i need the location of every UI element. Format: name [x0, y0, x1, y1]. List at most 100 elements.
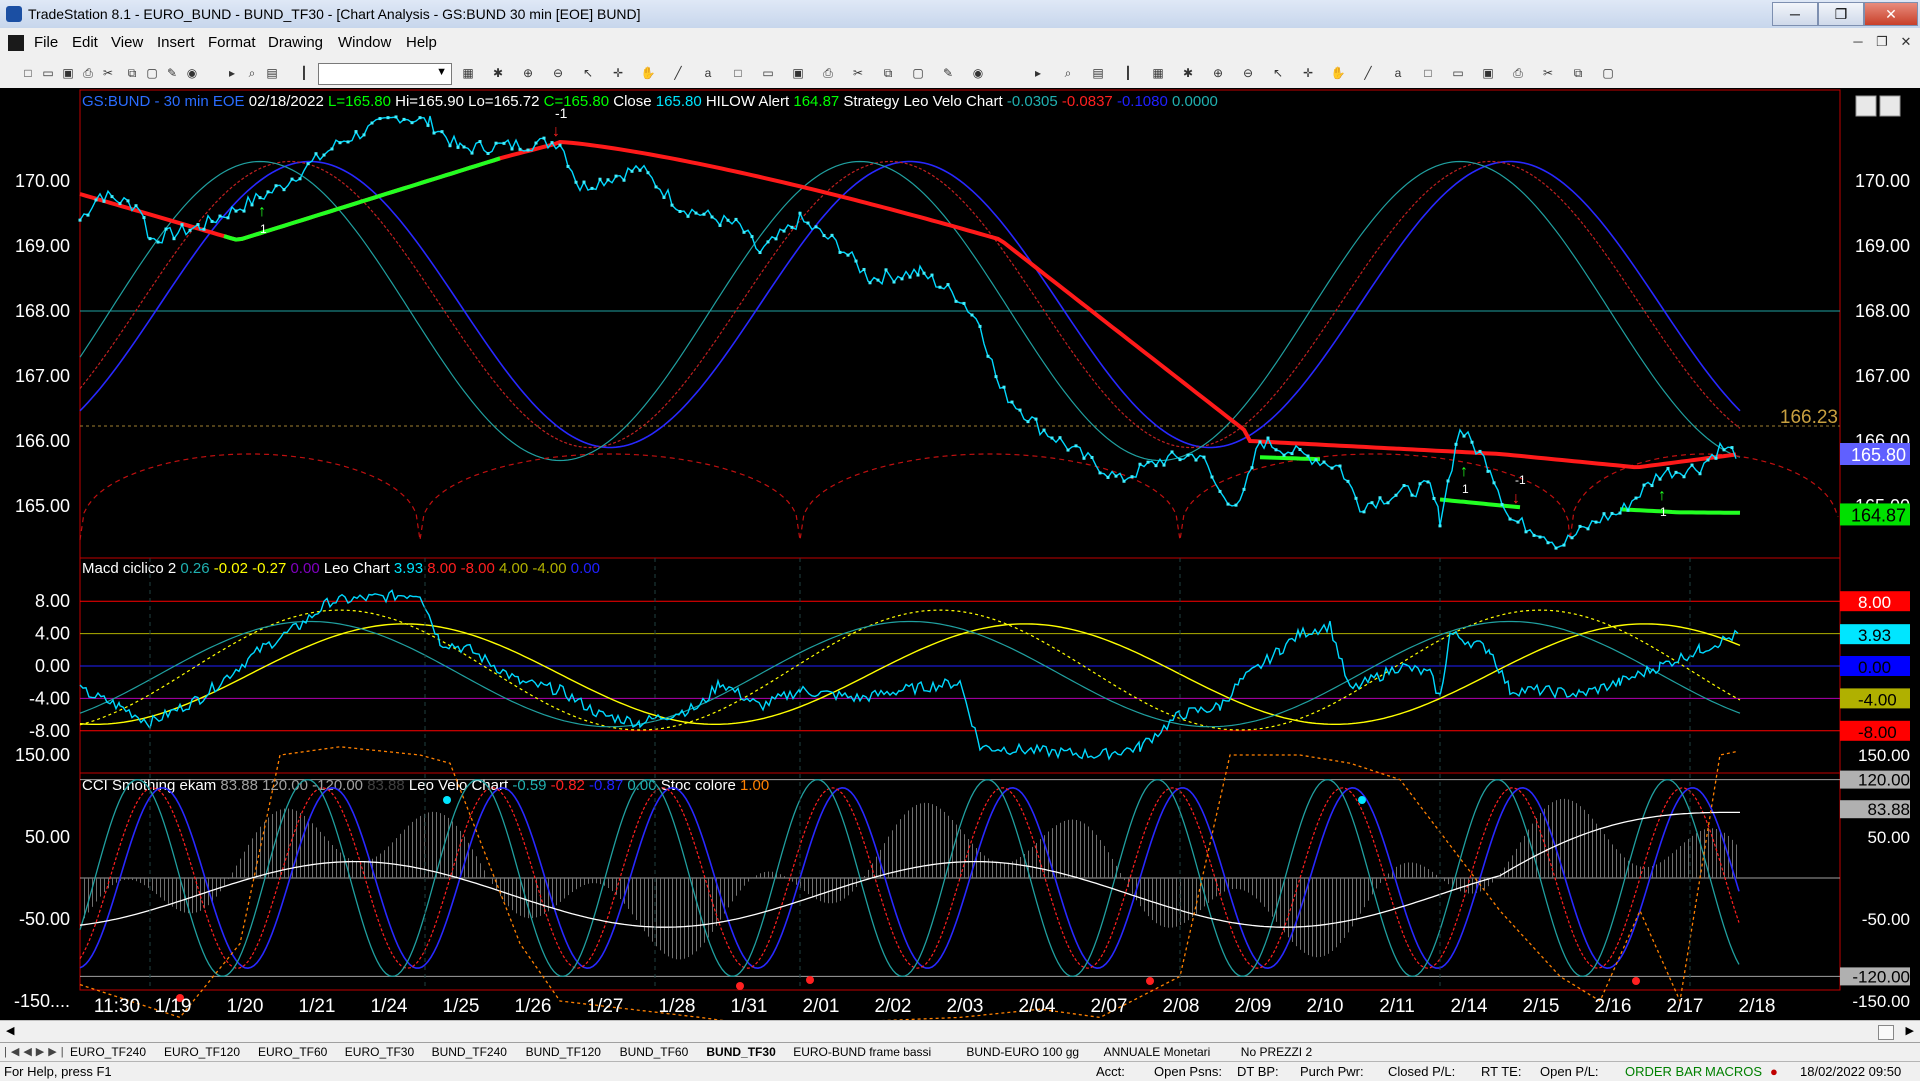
chart-icon[interactable]: ▤: [1090, 65, 1106, 81]
cci-histogram-bar: [520, 878, 521, 916]
crosshair-icon[interactable]: ✛: [1300, 65, 1316, 81]
arrow-icon[interactable]: ▸: [224, 65, 240, 81]
menu-insert[interactable]: Insert: [157, 34, 195, 51]
price-panel-header-item: EOE: [209, 93, 245, 110]
draw-icon[interactable]: ✎: [940, 65, 956, 81]
menu-format[interactable]: Format: [208, 34, 256, 51]
new-icon[interactable]: □: [20, 65, 36, 81]
save-icon[interactable]: ▣: [1480, 65, 1496, 81]
cci-histogram-bar: [840, 878, 841, 901]
settings-icon[interactable]: ✱: [1180, 65, 1196, 81]
minimize-button[interactable]: ─: [1772, 2, 1818, 26]
menu-window[interactable]: Window: [338, 34, 391, 51]
cci-right-label: 50.00: [1867, 828, 1910, 847]
sheet-tab[interactable]: BUND_TF240: [432, 1045, 507, 1059]
menu-help[interactable]: Help: [406, 34, 437, 51]
text-icon[interactable]: a: [700, 65, 716, 81]
cci-axis-label: -50.00: [19, 909, 70, 929]
text-icon[interactable]: a: [1390, 65, 1406, 81]
sheet-tab[interactable]: EURO_TF120: [164, 1045, 240, 1059]
cut-icon[interactable]: ✂: [850, 65, 866, 81]
close-button[interactable]: ✕: [1864, 2, 1918, 26]
bar-icon[interactable]: ┃: [296, 65, 312, 81]
table-icon[interactable]: ▦: [1150, 65, 1166, 81]
panel-restore-button[interactable]: [1880, 96, 1900, 116]
restore-button[interactable]: ❐: [1818, 2, 1864, 26]
arrow-icon[interactable]: ▸: [1030, 65, 1046, 81]
menu-edit[interactable]: Edit: [72, 34, 98, 51]
copy-icon[interactable]: ⧉: [1570, 65, 1586, 81]
chart-icon[interactable]: ▤: [264, 65, 280, 81]
sheet-tab[interactable]: No PREZZI 2: [1241, 1045, 1312, 1059]
sheet-tab[interactable]: EURO_TF240: [70, 1045, 146, 1059]
lock-icon[interactable]: ▢: [1600, 65, 1616, 81]
zoom-in-icon[interactable]: ⊕: [1210, 65, 1226, 81]
find-icon[interactable]: ⌕: [244, 65, 260, 81]
sheet-tab[interactable]: BUND_TF60: [620, 1045, 689, 1059]
table-icon[interactable]: ▦: [460, 65, 476, 81]
save-icon[interactable]: ▣: [790, 65, 806, 81]
bar-icon[interactable]: ┃: [1120, 65, 1136, 81]
symbol-combo[interactable]: ▼: [318, 63, 452, 85]
menu-drawing[interactable]: Drawing: [268, 34, 323, 51]
menu-file[interactable]: File: [34, 34, 58, 51]
macros-button[interactable]: MACROS: [1705, 1064, 1762, 1079]
sheet-tab[interactable]: EURO_TF30: [345, 1045, 414, 1059]
doc-restore-button[interactable]: ❐: [1872, 34, 1892, 52]
chart-window-icon[interactable]: [8, 35, 24, 51]
print-icon[interactable]: ⎙: [820, 65, 836, 81]
macd-axis-label: 8.00: [35, 591, 70, 611]
order-bar-button[interactable]: ORDER BAR: [1625, 1064, 1702, 1079]
trendline-icon[interactable]: ╱: [1360, 65, 1376, 81]
chart-area[interactable]: GS:BUND - 30 min EOE 02/18/2022 L=165.80…: [0, 88, 1920, 1020]
sheet-tab[interactable]: BUND_TF120: [526, 1045, 601, 1059]
sheet-tab[interactable]: EURO-BUND frame bassi: [793, 1045, 931, 1059]
cci-histogram-bar: [1160, 878, 1161, 926]
settings-icon[interactable]: ✱: [490, 65, 506, 81]
trendline-icon[interactable]: ╱: [670, 65, 686, 81]
sheet-tab[interactable]: BUND_TF30: [706, 1045, 775, 1059]
cut-icon[interactable]: ✂: [1540, 65, 1556, 81]
new-icon[interactable]: □: [730, 65, 746, 81]
sheet-tab[interactable]: EURO_TF60: [258, 1045, 327, 1059]
print-icon[interactable]: ⎙: [80, 65, 96, 81]
color-icon[interactable]: ◉: [184, 65, 200, 81]
lock-icon[interactable]: ▢: [144, 65, 160, 81]
lock-icon[interactable]: ▢: [910, 65, 926, 81]
copy-icon[interactable]: ⧉: [880, 65, 896, 81]
open-icon[interactable]: ▭: [760, 65, 776, 81]
horizontal-scrollbar[interactable]: ◀ ▶: [0, 1020, 1920, 1043]
crosshair-icon[interactable]: ✛: [610, 65, 626, 81]
zoom-out-icon[interactable]: ⊖: [550, 65, 566, 81]
find-icon[interactable]: ⌕: [1060, 65, 1076, 81]
pointer-icon[interactable]: ↖: [580, 65, 596, 81]
menu-view[interactable]: View: [111, 34, 143, 51]
tab-nav-arrows[interactable]: |◀◀▶▶|: [4, 1045, 68, 1058]
sheet-tab[interactable]: ANNUALE Monetari: [1104, 1045, 1211, 1059]
print-icon[interactable]: ⎙: [1510, 65, 1526, 81]
scroll-right-icon[interactable]: ▶: [1906, 1024, 1914, 1037]
price-line: [80, 116, 1736, 548]
panel-minimize-button[interactable]: [1856, 96, 1876, 116]
down-arrow-icon: ↓: [1512, 490, 1520, 507]
doc-close-button[interactable]: ✕: [1896, 34, 1916, 52]
zoom-in-icon[interactable]: ⊕: [520, 65, 536, 81]
save-icon[interactable]: ▣: [60, 65, 76, 81]
color-icon[interactable]: ◉: [970, 65, 986, 81]
new-icon[interactable]: □: [1420, 65, 1436, 81]
chart-canvas[interactable]: GS:BUND - 30 min EOE 02/18/2022 L=165.80…: [0, 88, 1920, 1020]
cut-icon[interactable]: ✂: [100, 65, 116, 81]
draw-icon[interactable]: ✎: [164, 65, 180, 81]
sheet-tab[interactable]: BUND-EURO 100 gg: [966, 1045, 1079, 1059]
copy-icon[interactable]: ⧉: [124, 65, 140, 81]
hand-icon[interactable]: ✋: [640, 65, 656, 81]
zoom-out-icon[interactable]: ⊖: [1240, 65, 1256, 81]
scroll-left-icon[interactable]: ◀: [6, 1024, 14, 1037]
open-icon[interactable]: ▭: [40, 65, 56, 81]
scroll-thumb[interactable]: [1878, 1025, 1894, 1040]
open-icon[interactable]: ▭: [1450, 65, 1466, 81]
hand-icon[interactable]: ✋: [1330, 65, 1346, 81]
x-axis-label: 2/18: [1739, 996, 1776, 1017]
doc-minimize-button[interactable]: ─: [1848, 34, 1868, 52]
pointer-icon[interactable]: ↖: [1270, 65, 1286, 81]
